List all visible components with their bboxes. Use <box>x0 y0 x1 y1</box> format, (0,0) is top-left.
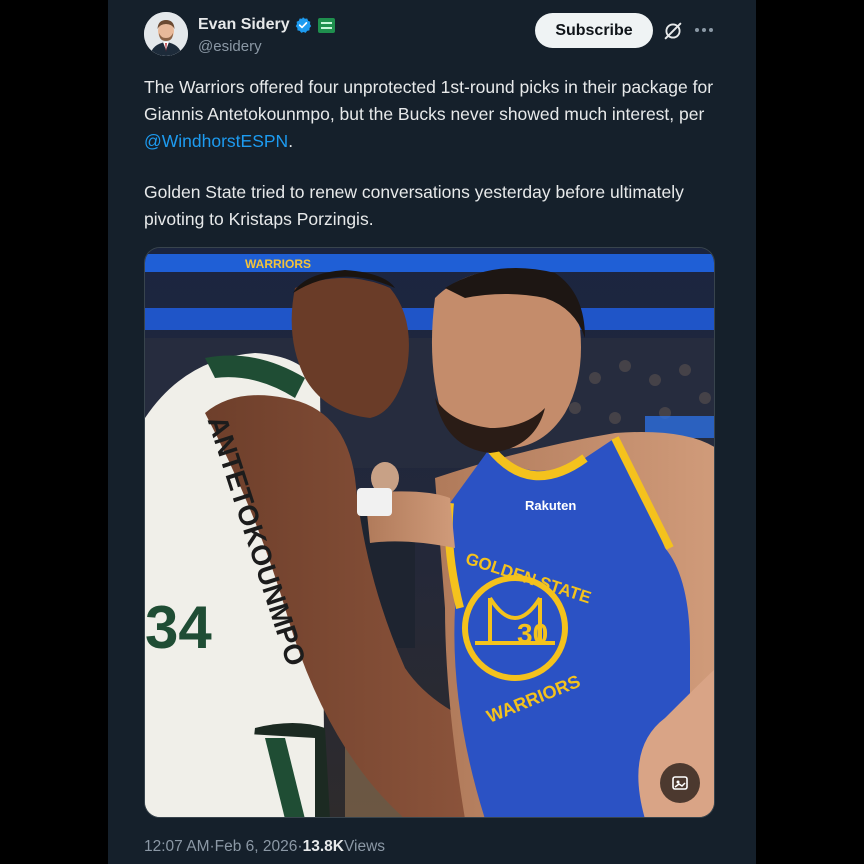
image-alt-icon <box>672 776 688 790</box>
tweet-text: The Warriors offered four unprotected 1s… <box>144 74 724 233</box>
subscribe-button[interactable]: Subscribe <box>535 13 653 48</box>
avatar-image <box>144 12 188 56</box>
author-display-name[interactable]: Evan Sidery <box>198 16 290 34</box>
tweet-meta: 12:07 AM · Feb 6, 2026 · 13.8K Views <box>144 838 385 856</box>
author-name-row: Evan Sidery <box>198 14 335 36</box>
left-jersey-number: 34 <box>145 594 212 661</box>
tweet-paragraph-1-text: The Warriors offered four unprotected 1s… <box>144 77 714 124</box>
right-jersey-number: 30 <box>517 618 548 649</box>
arena-banner-text: WARRIORS <box>245 257 311 271</box>
image-alt-button[interactable] <box>660 763 700 803</box>
grok-icon[interactable] <box>662 20 684 42</box>
photo-illustration: WARRIORS ANTETOKOUNMPO 34 GOLDEN STATE 3… <box>145 248 714 817</box>
tweet-paragraph-2: Golden State tried to renew conversation… <box>144 182 684 229</box>
tweet-date[interactable]: Feb 6, 2026 <box>215 838 298 856</box>
tweet-paragraph-1-end: . <box>288 131 294 151</box>
tweet-time[interactable]: 12:07 AM <box>144 838 210 856</box>
views-label: Views <box>343 838 386 855</box>
ellipsis-icon <box>695 28 713 32</box>
mention-link[interactable]: @WindhorstESPN <box>144 131 288 151</box>
views-count[interactable]: 13.8K <box>303 838 344 856</box>
tweet-photo[interactable]: WARRIORS ANTETOKOUNMPO 34 GOLDEN STATE 3… <box>144 247 715 818</box>
author-handle[interactable]: @esidery <box>198 38 262 55</box>
author-avatar[interactable] <box>144 12 188 56</box>
affiliate-badge-icon[interactable] <box>317 17 335 33</box>
more-options-icon[interactable] <box>692 18 716 42</box>
right-jersey-sponsor: Rakuten <box>525 498 576 513</box>
tweet-paragraph-1: The Warriors offered four unprotected 1s… <box>144 74 724 155</box>
tweet-card: Evan Sidery @esidery Subscribe The Warri… <box>108 0 756 864</box>
verified-badge-icon[interactable] <box>294 16 312 34</box>
